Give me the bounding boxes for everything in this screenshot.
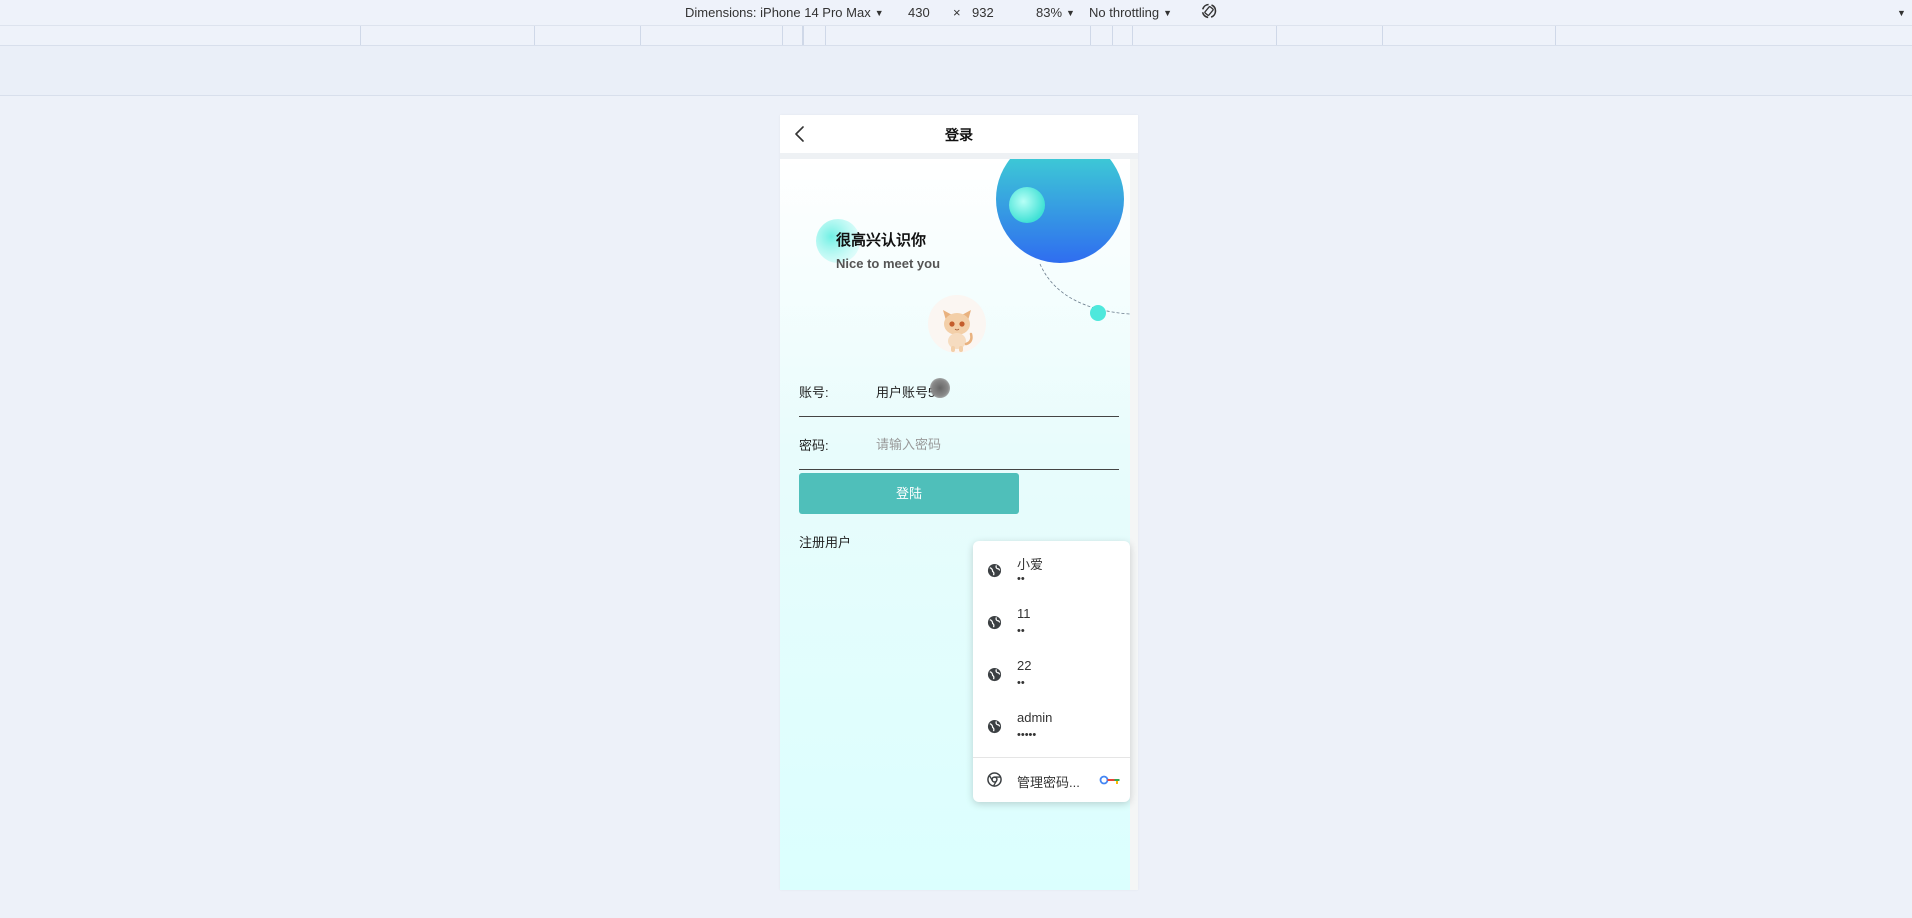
register-link[interactable]: 注册用户 [799,532,851,551]
chrome-icon [987,772,1002,787]
saved-account-password-mask: •• [1017,677,1025,689]
chevron-down-icon: ▼ [874,8,884,18]
password-autofill-popup: 小爱 •• 11 •• 22 •• admin ••••• 管理密码... [973,541,1130,802]
width-input[interactable]: 430 [908,5,930,20]
manage-passwords-label: 管理密码... [1017,775,1080,790]
zoom-value: 83% [1036,5,1063,20]
touch-cursor-indicator [930,378,950,398]
saved-account-password-mask: •• [1017,573,1025,585]
password-field: 密码: [799,429,1119,470]
saved-account-username: 11 [1017,606,1031,621]
media-query-ruler [0,26,1912,46]
password-label: 密码: [799,438,829,453]
height-input[interactable]: 932 [972,5,994,20]
saved-account-username: admin [1017,710,1053,725]
globe-icon [987,615,1002,630]
password-input[interactable] [876,431,1116,457]
manage-passwords-item[interactable]: 管理密码... [973,758,1130,802]
globe-icon [987,667,1002,682]
dimension-separator: × [953,5,961,20]
saved-account-item[interactable]: admin ••••• [973,700,1130,752]
saved-account-item[interactable]: 小爱 •• [973,544,1130,596]
page-title: 登录 [945,127,973,143]
orbit-dot [1090,305,1106,321]
saved-account-item[interactable]: 22 •• [973,648,1130,700]
saved-account-username: 22 [1017,658,1032,673]
greeting-english: Nice to meet you [836,256,941,271]
media-query-band [0,46,1912,96]
small-teal-circle [1009,187,1045,223]
chevron-down-icon: ▼ [1163,8,1173,18]
account-label: 账号: [799,385,829,400]
nav-bar: 登录 [780,115,1138,159]
device-select[interactable]: Dimensions: iPhone 14 Pro Max ▼ [685,5,884,20]
chevron-down-icon: ▼ [1066,8,1075,18]
devtools-device-toolbar: Dimensions: iPhone 14 Pro Max ▼ 430 × 932… [0,0,1912,26]
saved-account-password-mask: •• [1017,625,1025,637]
globe-icon [987,719,1002,734]
throttling-select[interactable]: No throttling ▼ [1089,5,1172,20]
chevron-down-icon: ▼ [1897,8,1906,18]
login-button[interactable]: 登陆 [799,473,1019,514]
saved-account-username: 小爱 [1017,557,1044,572]
zoom-select[interactable]: 83% ▼ [1036,5,1075,20]
device-label: Dimensions: iPhone 14 Pro Max [685,5,871,20]
throttling-value: No throttling [1089,5,1160,20]
saved-account-password-mask: ••••• [1017,729,1037,741]
key-icon [1099,775,1120,785]
rotate-icon[interactable] [1200,2,1218,23]
saved-account-item[interactable]: 11 •• [973,596,1130,648]
cat-avatar [927,294,987,354]
more-options-chevron[interactable]: ▼ [1893,5,1906,20]
account-field: 账号: [799,376,1119,417]
greeting-chinese: 很高兴认识你 [836,232,927,249]
globe-icon [987,563,1002,578]
dashed-orbit [1039,263,1130,315]
scrollbar[interactable] [1130,159,1138,890]
account-input[interactable] [876,378,1116,404]
